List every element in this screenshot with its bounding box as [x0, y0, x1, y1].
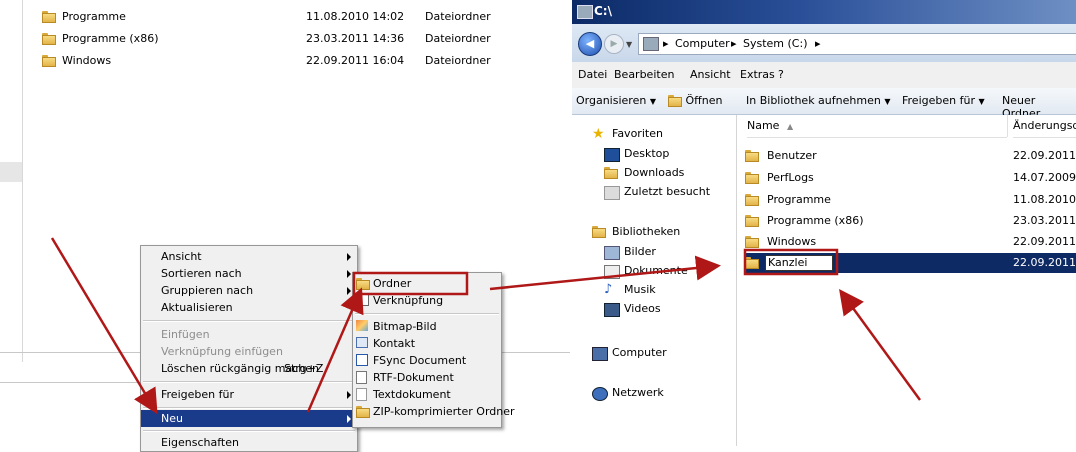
annotation-arrow — [306, 287, 364, 413]
annotation-arrow — [839, 288, 922, 401]
annotation-arrow — [50, 237, 158, 415]
annotation-box-kanzlei — [743, 248, 839, 276]
annotation-box-ordner — [352, 271, 469, 296]
annotation-overlay — [50, 237, 922, 415]
annotation-arrow — [489, 255, 721, 291]
